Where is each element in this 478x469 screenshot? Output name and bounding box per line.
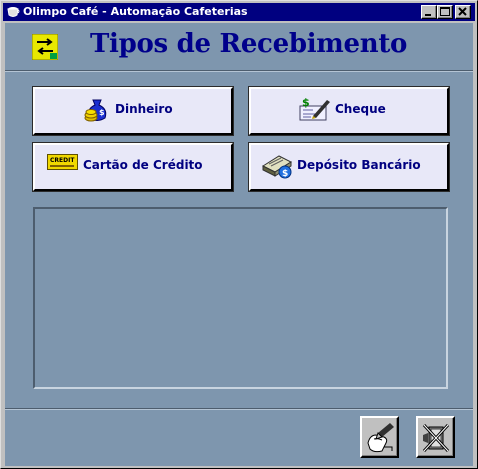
client-area: Tipos de Recebimento $ Dinheiro $ Cheque… [5,23,473,466]
cartao-credito-button[interactable]: CREDIT Cartão de Crédito [33,143,233,191]
bank-deposit-icon: $ [261,148,295,185]
exit-button[interactable] [416,416,455,458]
svg-text:$: $ [302,96,310,109]
close-icon [458,7,467,16]
money-bag-icon: $ [83,96,111,127]
cartao-credito-label: Cartão de Crédito [83,158,203,172]
page-title: Tipos de Recebimento [90,29,408,59]
window-title: Olimpo Café - Automação Cafeterias [23,5,248,18]
minimize-button[interactable] [421,5,437,19]
maximize-button[interactable] [437,5,453,19]
svg-text:$: $ [282,169,288,179]
app-window: Olimpo Café - Automação Cafeterias Tipos… [0,0,478,469]
exit-close-icon [422,423,450,453]
svg-text:CREDIT: CREDIT [50,157,75,164]
exchange-icon [31,33,59,61]
cheque-icon: $ [299,96,331,127]
credit-card-icon: CREDIT [47,154,79,175]
coffee-cup-icon [6,5,20,19]
title-bar[interactable]: Olimpo Café - Automação Cafeterias [3,3,475,21]
bottom-divider [5,408,473,410]
deposito-bancario-label: Depósito Bancário [297,158,421,172]
pen-hand-icon [367,423,394,453]
minimize-icon [425,14,431,16]
edit-button[interactable] [360,416,399,458]
maximize-icon [440,7,450,16]
dinheiro-button[interactable]: $ Dinheiro [33,87,233,135]
details-panel [33,207,448,389]
cheque-button[interactable]: $ Cheque [249,87,449,135]
close-button[interactable] [455,5,471,19]
dinheiro-label: Dinheiro [115,102,173,116]
header-panel: Tipos de Recebimento [5,23,473,71]
deposito-bancario-button[interactable]: $ Depósito Bancário [249,143,449,191]
cheque-label: Cheque [335,102,386,116]
svg-text:$: $ [99,108,105,117]
